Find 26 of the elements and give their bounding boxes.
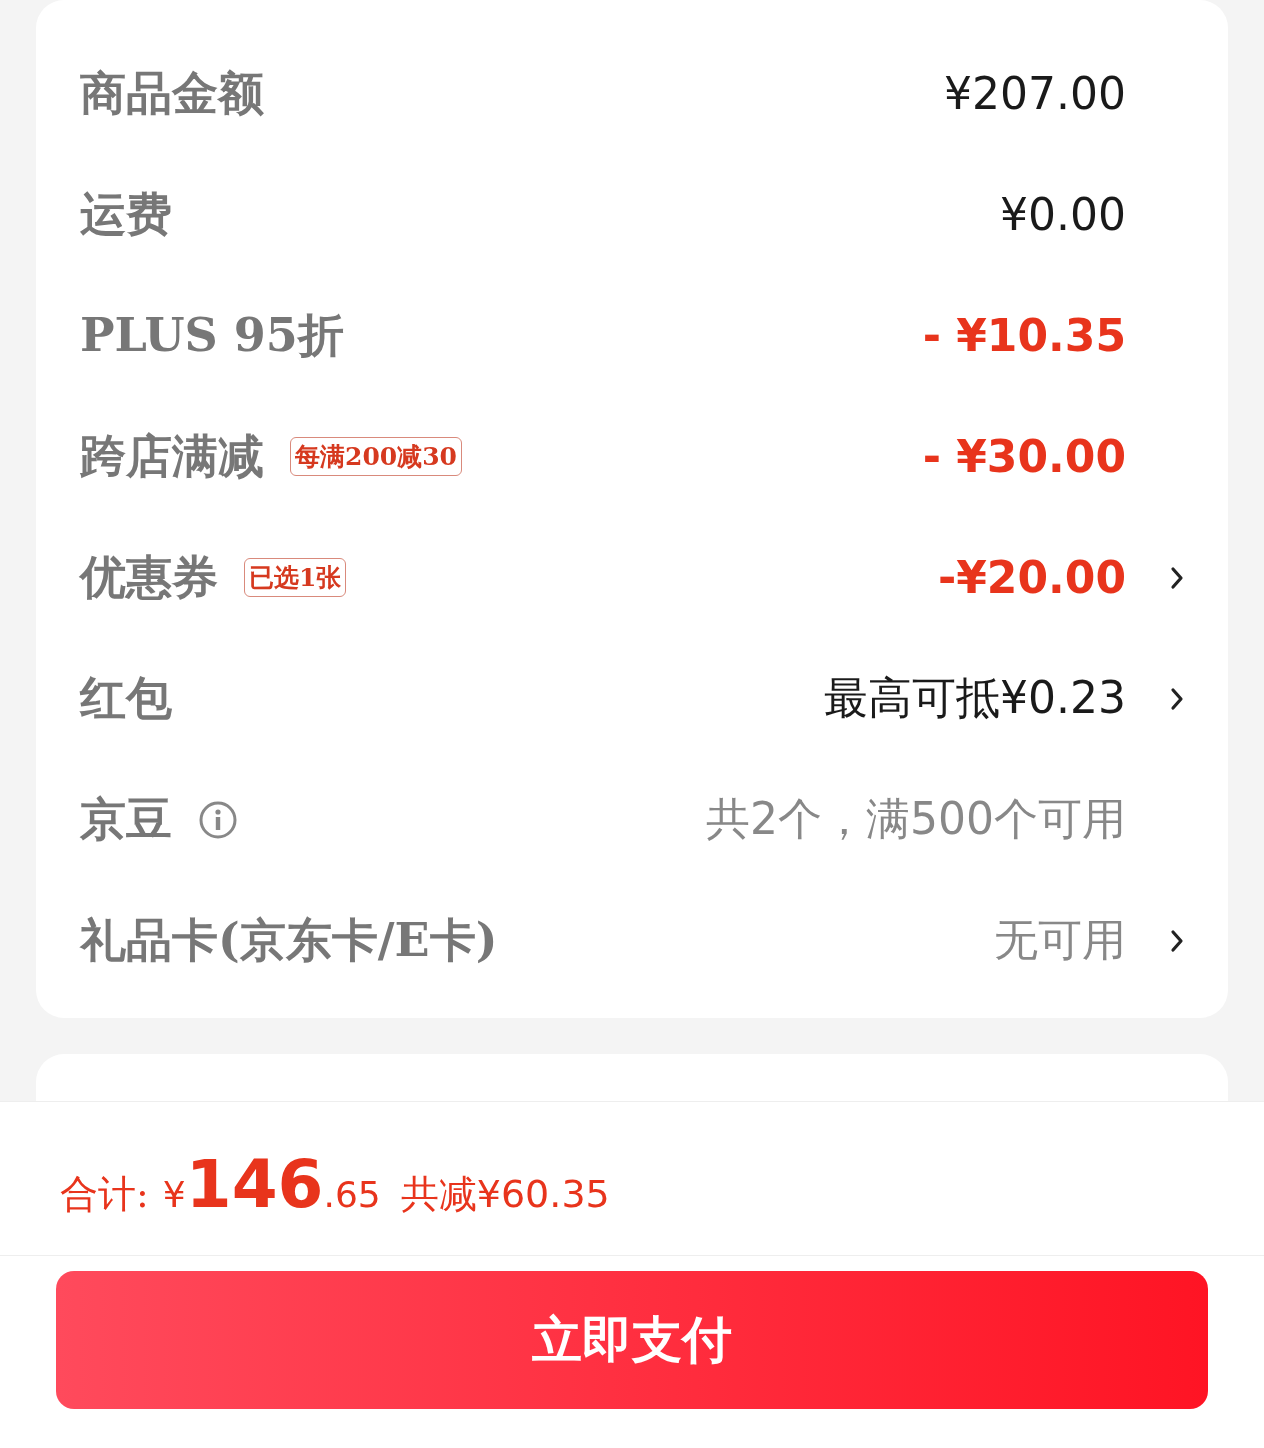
row-label: 优惠券 [80,548,218,606]
total-saved: 共减¥60.35 [400,1171,610,1218]
row-label: 礼品卡(京东卡/E卡) [80,911,498,969]
row-label: 跨店满减 [80,427,264,485]
row-value: 共2个，满500个可用 [706,792,1126,846]
row-label: 商品金额 [80,64,264,122]
row-value: - ¥30.00 [922,431,1126,482]
row-value: ¥207.00 [944,68,1126,119]
total-amount: ¥146.65 [162,1146,381,1223]
chevron-icon[interactable] [1170,565,1184,590]
row-value: -¥20.00 [937,552,1126,603]
chevron-icon[interactable] [1170,686,1184,711]
chevron-icon[interactable] [1170,928,1184,953]
info-icon[interactable] [198,799,238,840]
row-label: 运费 [80,185,172,243]
row-label: 京豆 [80,790,172,848]
pay-button[interactable]: 立即支付 [56,1271,1208,1409]
promo-tag: 已选1张 [244,558,347,597]
promo-tag: 每满200减30 [290,437,462,476]
row-label: PLUS 95折 [80,306,344,364]
row-value: 最高可抵¥0.23 [824,671,1126,725]
row-value: 无可用 [994,913,1126,967]
row-label: 红包 [80,669,172,727]
row-value: - ¥10.35 [922,310,1126,361]
row-value: ¥0.00 [1000,189,1126,240]
total-label: 合计: [60,1171,149,1218]
